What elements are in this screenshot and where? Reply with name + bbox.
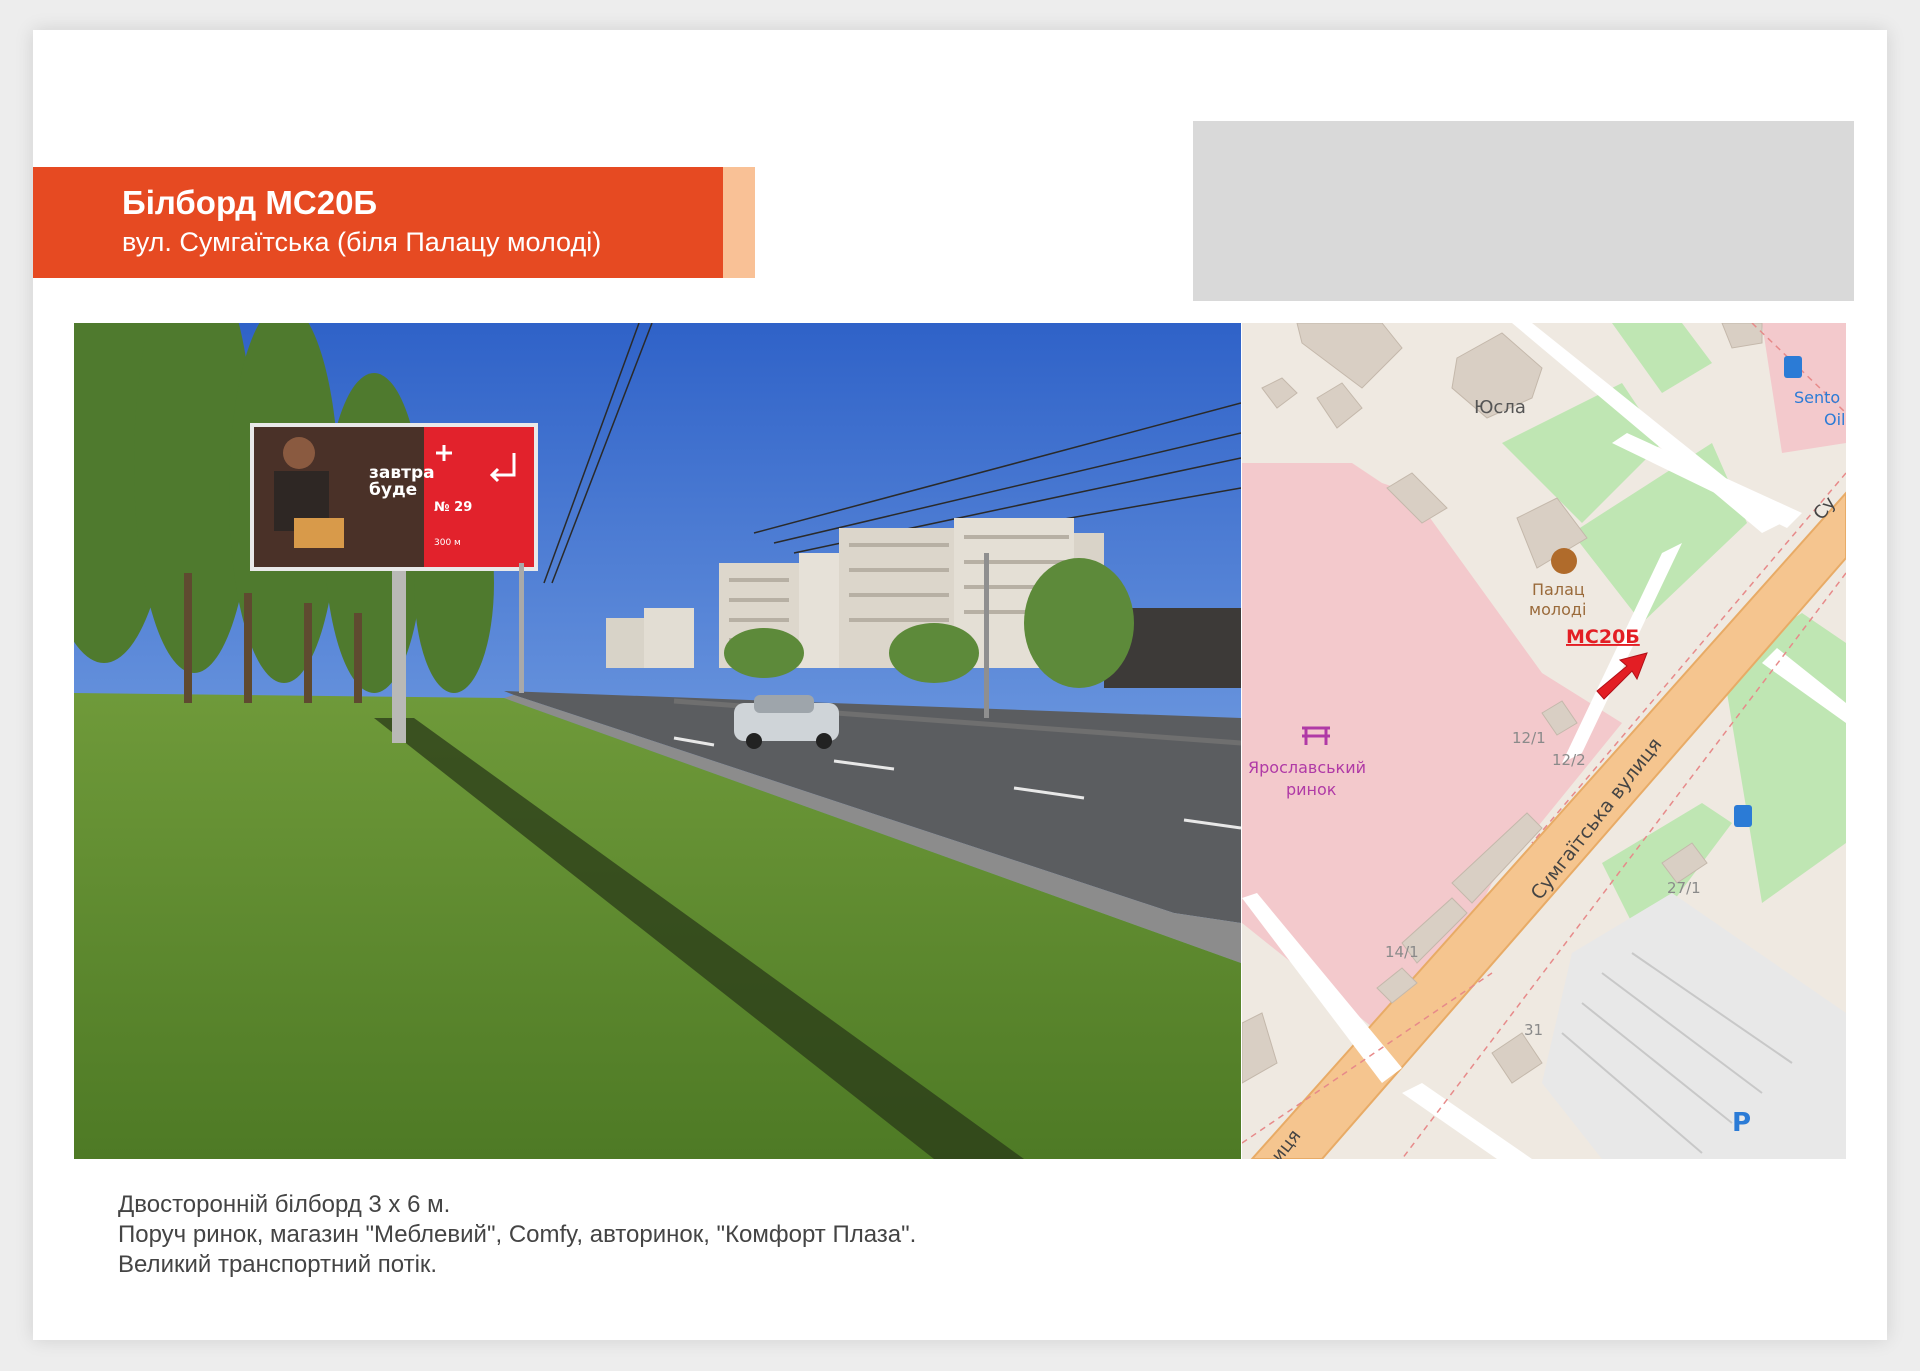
billboard-title: Білборд МС20Б xyxy=(122,184,378,221)
description-line-1: Двосторонній білборд 3 х 6 м. xyxy=(118,1191,451,1218)
poi-palace-line1: Палац xyxy=(1532,580,1585,599)
poi-palace-line2: молоді xyxy=(1529,600,1586,619)
poi-yusla: Юсла xyxy=(1474,397,1526,418)
billboard: завтра буде № 29 300 м xyxy=(250,423,538,571)
billboard-pole xyxy=(392,568,406,743)
fuel-station-icon xyxy=(1784,356,1802,378)
poi-gas-line2: Oil xyxy=(1824,410,1845,429)
fuel-station-icon-2 xyxy=(1734,805,1752,827)
description-line-3: Великий транспортний потік. xyxy=(118,1251,438,1278)
house-number-14-1: 14/1 xyxy=(1385,943,1419,961)
ad-slogan-line2: буде xyxy=(369,480,417,500)
billboard-marker-label: МС20Б xyxy=(1566,626,1640,648)
theatre-icon xyxy=(1551,548,1577,574)
ad-branch-number: № 29 xyxy=(434,500,472,515)
house-number-31: 31 xyxy=(1524,1021,1543,1039)
house-number-27-1: 27/1 xyxy=(1667,879,1701,897)
car xyxy=(734,695,839,749)
parking-icon: P xyxy=(1732,1108,1751,1138)
street-map: Юсла Палац молоді Ярославський ринок Sen… xyxy=(1242,323,1846,1159)
street-photo-illustration: завтра буде № 29 300 м xyxy=(74,323,1241,1159)
title-banner-accent xyxy=(723,167,755,278)
logo-placeholder xyxy=(1193,121,1854,301)
house-number-12-1: 12/1 xyxy=(1512,729,1546,747)
ad-distance: 300 м xyxy=(434,538,461,548)
description-line-2: Поруч ринок, магазин "Меблевий", Comfy, … xyxy=(118,1221,917,1248)
poi-gas-line1: Sento xyxy=(1794,388,1840,407)
poi-market-line2: ринок xyxy=(1286,780,1337,799)
location-map: Юсла Палац молоді Ярославський ринок Sen… xyxy=(1242,323,1846,1159)
billboard-address: вул. Сумгаїтська (біля Палацу молоді) xyxy=(122,227,602,257)
billboard-description: Двосторонній білборд 3 х 6 м. Поруч рино… xyxy=(118,1190,916,1280)
house-number-12-2: 12/2 xyxy=(1552,751,1586,769)
location-photo: завтра буде № 29 300 м xyxy=(74,323,1241,1159)
poi-market-line1: Ярославський xyxy=(1248,758,1366,777)
